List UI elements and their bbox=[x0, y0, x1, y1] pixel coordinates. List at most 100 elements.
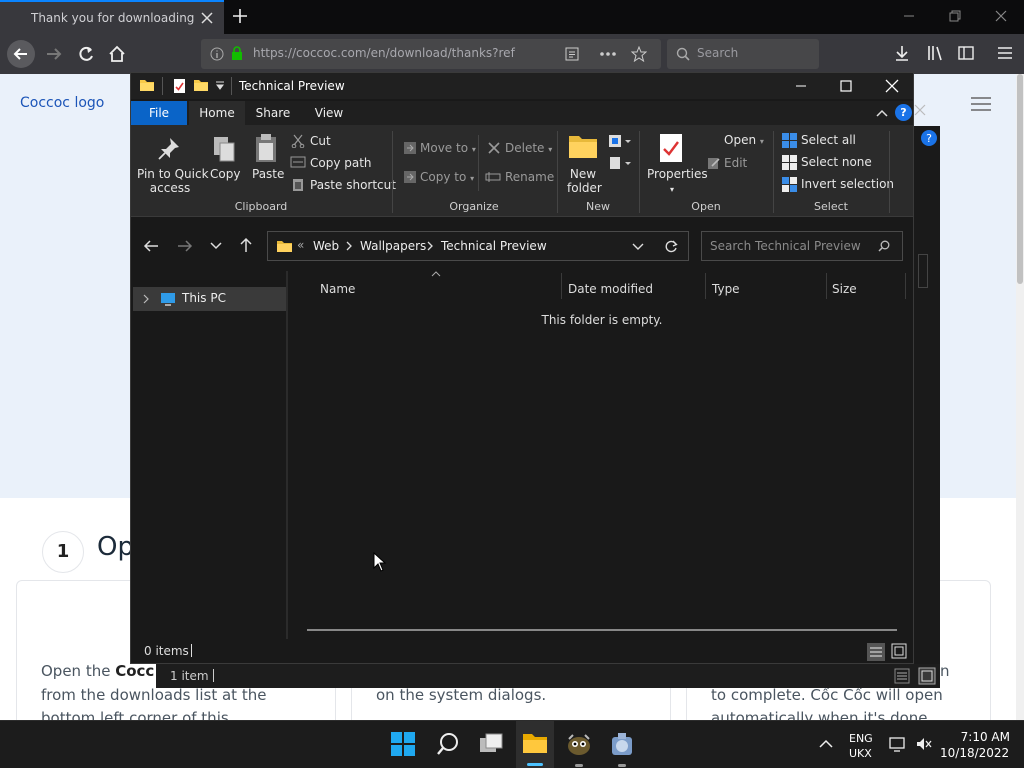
clock-time[interactable]: 7:10 AM bbox=[950, 730, 1010, 744]
browser-tab[interactable]: Thank you for downloading Cốc Cốc bbox=[0, 0, 224, 34]
breadcrumb-technical-preview[interactable]: Technical Preview bbox=[441, 239, 547, 253]
paste-button[interactable]: Paste bbox=[252, 167, 284, 181]
tab-home[interactable]: Home bbox=[189, 101, 245, 125]
cut-button[interactable]: Cut bbox=[310, 134, 331, 148]
hamburger-menu-icon[interactable] bbox=[970, 96, 992, 112]
close-icon[interactable] bbox=[885, 79, 899, 93]
large-icons-view-icon[interactable] bbox=[918, 667, 936, 685]
page-scrollbar[interactable] bbox=[1016, 74, 1024, 720]
search-taskbar-icon[interactable] bbox=[436, 732, 460, 756]
paste-shortcut-button[interactable]: Paste shortcut bbox=[310, 178, 396, 192]
sidebar-toggle-icon[interactable] bbox=[957, 44, 975, 62]
close-browser-icon[interactable] bbox=[994, 9, 1008, 23]
coccoc-logo[interactable]: Coccoc logo bbox=[20, 95, 104, 111]
large-icons-view-icon[interactable] bbox=[891, 643, 907, 659]
properties-button[interactable]: Properties ▾ bbox=[647, 167, 708, 197]
new-folder-button[interactable]: New folder bbox=[567, 167, 602, 195]
page-scroll-thumb[interactable] bbox=[1017, 74, 1023, 284]
background-close-icon[interactable] bbox=[914, 104, 926, 116]
file-explorer-taskbar-button[interactable] bbox=[516, 721, 554, 768]
copy-button[interactable]: Copy bbox=[210, 167, 240, 181]
move-to-button[interactable]: Move to ▾ bbox=[420, 141, 476, 155]
new-tab-icon[interactable] bbox=[231, 7, 249, 25]
keyboard-layout-indicator[interactable]: UKX bbox=[849, 747, 872, 760]
task-view-icon[interactable] bbox=[479, 732, 503, 756]
tab-file[interactable]: File bbox=[131, 101, 187, 125]
show-hidden-icons-icon[interactable] bbox=[819, 739, 833, 749]
installer-taskbar-icon[interactable] bbox=[609, 732, 635, 758]
tab-share[interactable]: Share bbox=[247, 101, 299, 125]
properties-qat-icon[interactable] bbox=[173, 78, 186, 94]
breadcrumb-wallpapers[interactable]: Wallpapers bbox=[360, 239, 426, 253]
address-bar[interactable]: « Web Wallpapers Technical Preview bbox=[267, 231, 689, 261]
up-arrow-icon[interactable] bbox=[239, 237, 253, 253]
column-header-size[interactable]: Size bbox=[832, 277, 857, 301]
explorer-search-box[interactable]: Search Technical Preview bbox=[701, 231, 903, 261]
new-item-icon[interactable] bbox=[607, 133, 633, 149]
column-divider[interactable] bbox=[826, 273, 827, 299]
edit-button[interactable]: Edit bbox=[724, 156, 747, 170]
background-help-icon[interactable]: ? bbox=[921, 130, 937, 146]
easy-access-icon[interactable] bbox=[607, 155, 633, 171]
column-divider[interactable] bbox=[705, 273, 706, 299]
horizontal-scrollbar[interactable] bbox=[307, 629, 897, 631]
minimize-browser-icon[interactable] bbox=[902, 9, 916, 23]
delete-button[interactable]: Delete ▾ bbox=[505, 141, 552, 155]
info-icon[interactable] bbox=[210, 47, 224, 61]
back-arrow-icon[interactable] bbox=[143, 239, 159, 253]
browser-search-box[interactable]: Search bbox=[667, 39, 819, 69]
downloads-icon[interactable] bbox=[893, 44, 911, 62]
open-button[interactable]: Open ▾ bbox=[724, 133, 764, 147]
qat-customize-icon[interactable] bbox=[215, 81, 225, 91]
restore-browser-icon[interactable] bbox=[948, 9, 962, 23]
volume-muted-icon[interactable] bbox=[915, 736, 933, 752]
column-divider[interactable] bbox=[905, 273, 906, 299]
page-actions-icon[interactable] bbox=[599, 51, 617, 57]
bookmark-star-icon[interactable] bbox=[631, 46, 647, 62]
pin-to-quick-access-button[interactable]: Pin to Quick access bbox=[137, 167, 209, 195]
address-dropdown-icon[interactable] bbox=[632, 243, 644, 251]
close-tab-icon[interactable] bbox=[200, 11, 214, 25]
chevron-right-icon[interactable] bbox=[426, 241, 434, 251]
column-header-date-modified[interactable]: Date modified bbox=[568, 277, 653, 301]
reader-view-icon[interactable] bbox=[565, 47, 579, 61]
column-divider[interactable] bbox=[561, 273, 562, 299]
rename-button[interactable]: Rename bbox=[505, 170, 554, 184]
select-all-button[interactable]: Select all bbox=[801, 133, 856, 147]
reload-icon[interactable] bbox=[76, 44, 96, 64]
recent-locations-icon[interactable] bbox=[210, 241, 222, 251]
invert-selection-button[interactable]: Invert selection bbox=[801, 177, 894, 191]
select-none-button[interactable]: Select none bbox=[801, 155, 872, 169]
tab-view[interactable]: View bbox=[303, 101, 355, 125]
minimize-icon[interactable] bbox=[795, 80, 807, 92]
forward-arrow-icon[interactable] bbox=[177, 239, 193, 253]
start-icon[interactable] bbox=[391, 732, 415, 756]
copy-path-button[interactable]: Copy path bbox=[310, 156, 372, 170]
new-folder-qat-icon[interactable] bbox=[193, 78, 209, 92]
column-header-name[interactable]: Name bbox=[320, 277, 355, 301]
help-icon[interactable]: ? bbox=[895, 104, 912, 121]
back-icon[interactable] bbox=[6, 39, 36, 69]
library-icon[interactable] bbox=[926, 44, 944, 62]
clock-date[interactable]: 10/18/2022 bbox=[940, 746, 1009, 760]
forward-icon[interactable] bbox=[44, 44, 64, 64]
coccoc-taskbar-icon[interactable] bbox=[566, 732, 592, 758]
column-header-type[interactable]: Type bbox=[712, 277, 740, 301]
expand-chevron-icon[interactable] bbox=[142, 294, 150, 304]
nav-item-this-pc[interactable]: This PC bbox=[133, 287, 286, 311]
chevron-right-icon[interactable] bbox=[345, 241, 353, 251]
breadcrumb-web[interactable]: Web bbox=[313, 239, 339, 253]
copy-to-button[interactable]: Copy to ▾ bbox=[420, 170, 474, 184]
network-icon[interactable] bbox=[889, 736, 907, 752]
breadcrumb-overflow[interactable]: « bbox=[297, 238, 304, 252]
maximize-icon[interactable] bbox=[840, 80, 852, 92]
url-bar[interactable]: https://coccoc.com/en/download/thanks?re… bbox=[201, 39, 661, 69]
details-view-icon[interactable] bbox=[894, 668, 910, 684]
explorer-title-bar[interactable]: Technical Preview bbox=[131, 73, 913, 99]
refresh-icon[interactable] bbox=[664, 239, 678, 253]
details-view-icon[interactable] bbox=[867, 643, 885, 661]
collapse-ribbon-icon[interactable] bbox=[876, 108, 888, 118]
language-indicator[interactable]: ENG bbox=[849, 732, 873, 745]
home-icon[interactable] bbox=[107, 44, 127, 64]
menu-icon[interactable] bbox=[996, 44, 1014, 62]
